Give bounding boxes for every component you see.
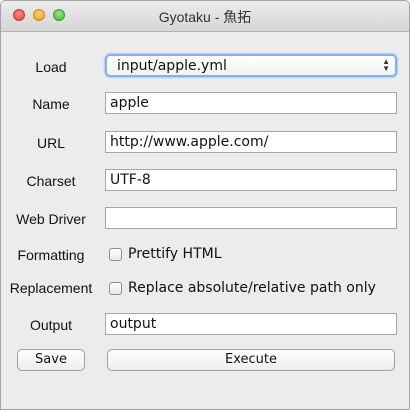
load-select[interactable]: input/apple.yml ▲ ▼ <box>105 54 397 77</box>
name-field[interactable]: apple <box>105 92 397 114</box>
output-label: Output <box>29 317 73 333</box>
replace-path-checkbox[interactable] <box>109 282 122 295</box>
prettify-html-checkbox[interactable] <box>109 248 122 261</box>
output-field[interactable]: output <box>105 313 397 335</box>
app-window: Gyotaku - 魚拓 Load input/apple.yml ▲ ▼ Nam… <box>0 0 410 410</box>
form-panel: Load input/apple.yml ▲ ▼ Name apple URL h… <box>1 32 409 409</box>
replacement-label: Replacement <box>9 280 93 296</box>
web-driver-label: Web Driver <box>16 211 86 227</box>
web-driver-field[interactable] <box>105 207 397 229</box>
save-button[interactable]: Save <box>17 349 85 371</box>
formatting-label: Formatting <box>17 247 85 263</box>
url-field[interactable]: http://www.apple.com/ <box>105 131 397 153</box>
up-down-arrows-icon: ▲ ▼ <box>382 57 390 73</box>
load-select-value: input/apple.yml <box>117 58 227 74</box>
execute-button[interactable]: Execute <box>107 349 395 371</box>
name-label: Name <box>32 96 70 112</box>
charset-field[interactable]: UTF-8 <box>105 169 397 191</box>
title-bar[interactable]: Gyotaku - 魚拓 <box>1 1 409 32</box>
load-label: Load <box>35 59 67 75</box>
prettify-html-label[interactable]: Prettify HTML <box>128 246 222 262</box>
window-title: Gyotaku - 魚拓 <box>158 9 252 25</box>
url-label: URL <box>36 135 65 151</box>
replace-path-label[interactable]: Replace absolute/relative path only <box>128 280 376 296</box>
charset-label: Charset <box>26 173 76 189</box>
